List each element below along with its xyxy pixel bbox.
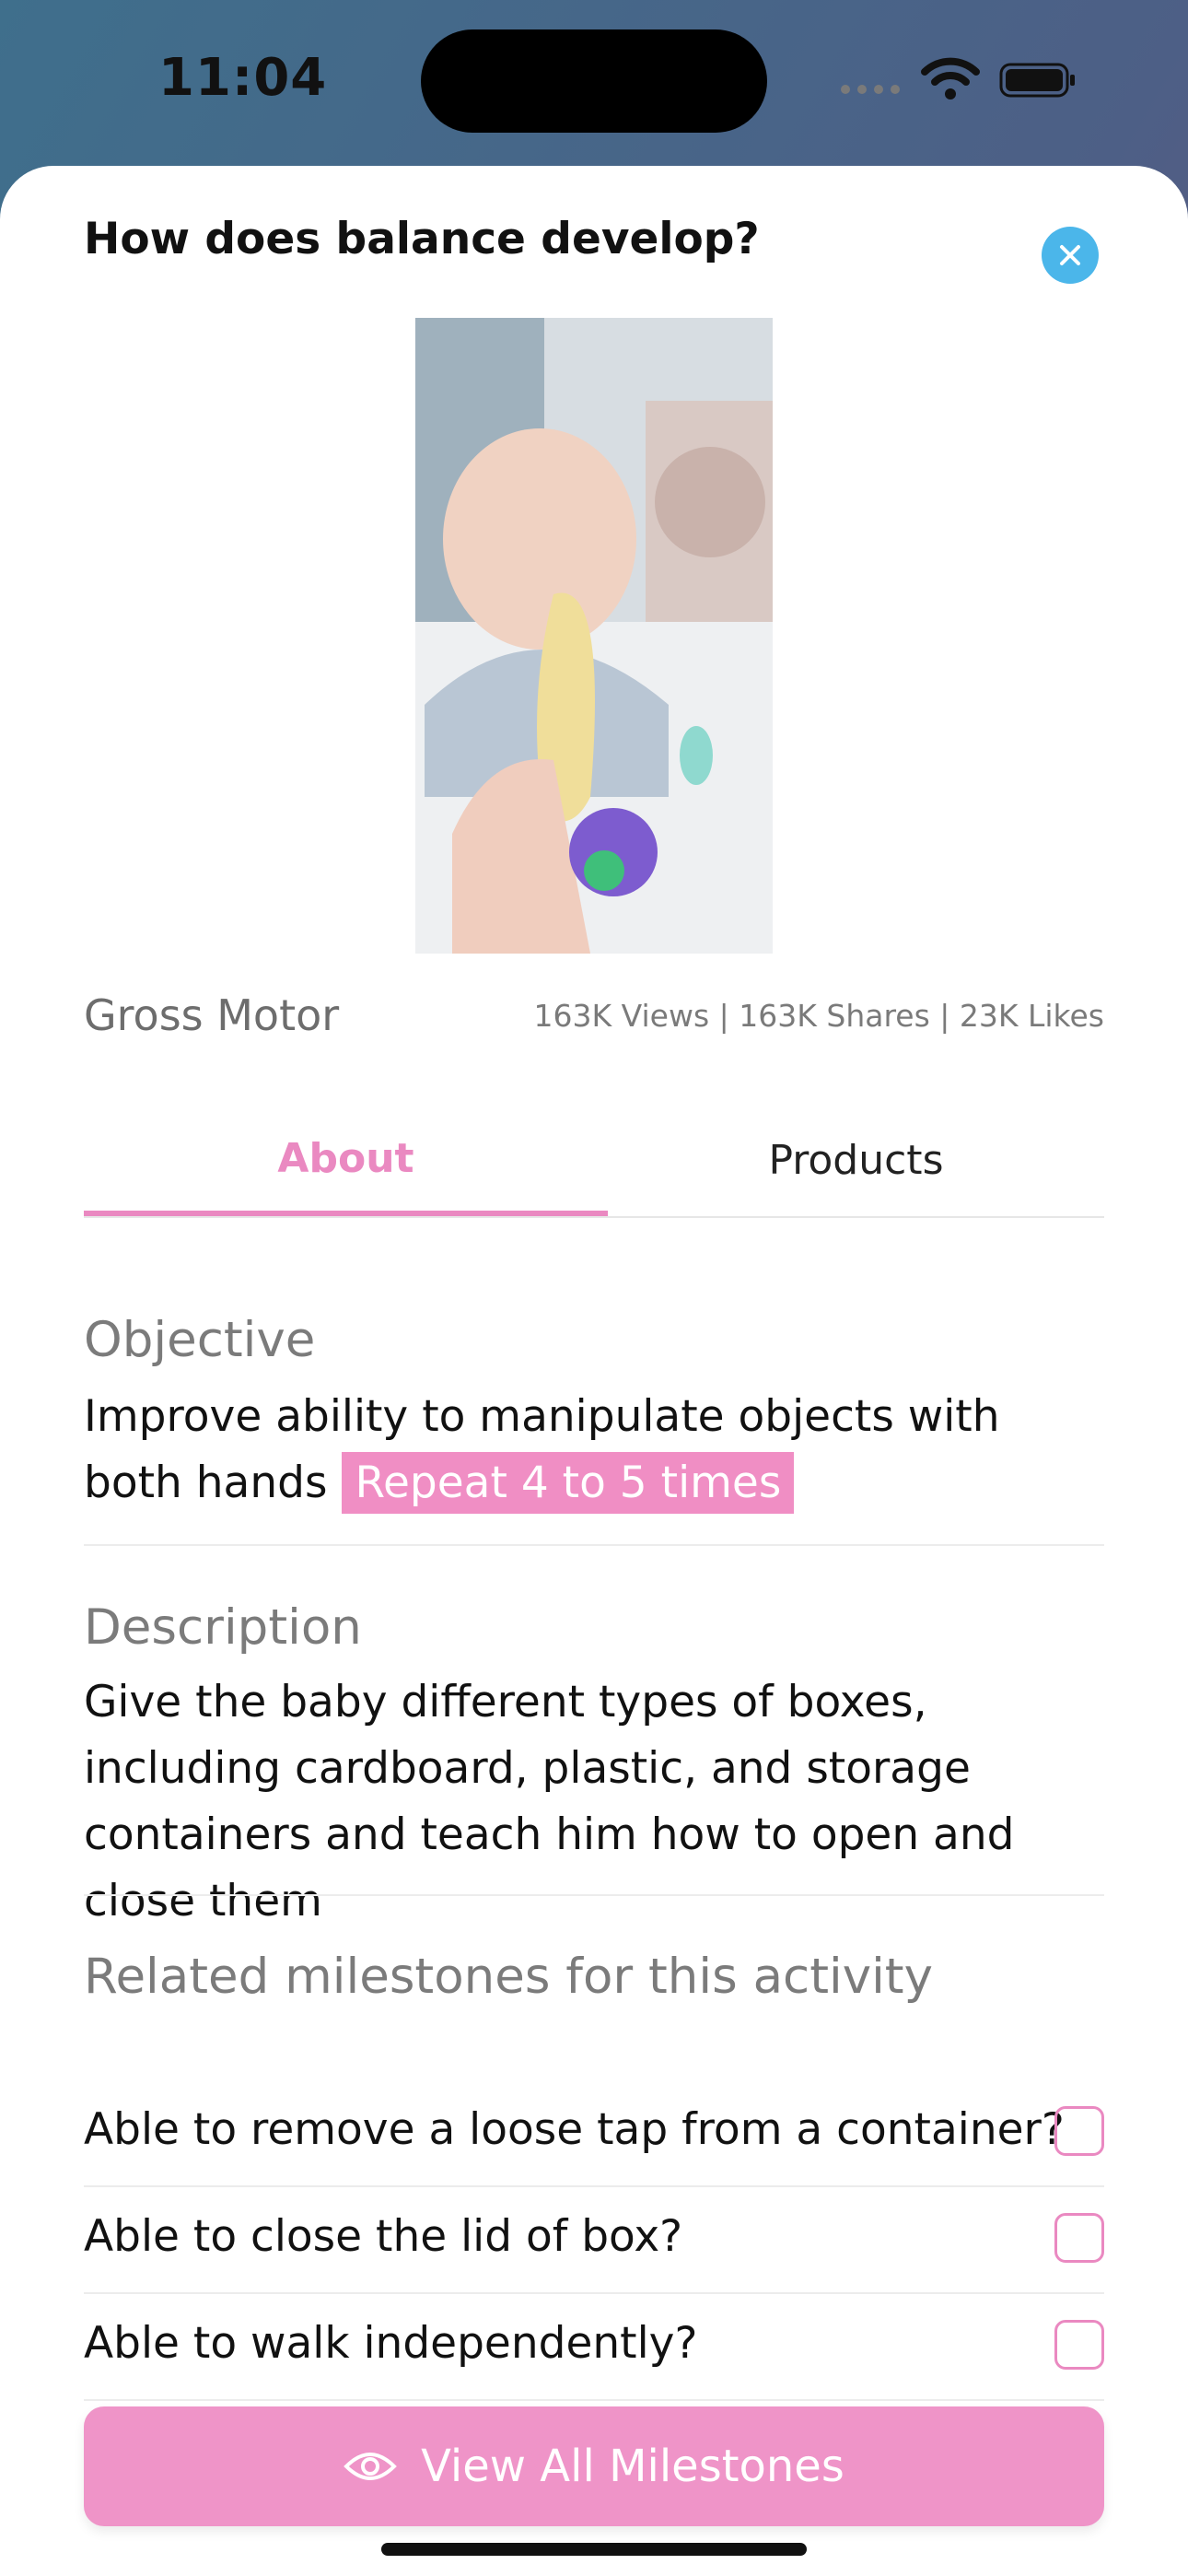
activity-video[interactable] — [415, 318, 773, 954]
milestones-heading: Related milestones for this activity — [84, 1949, 933, 2005]
milestone-label: Able to close the lid of box? — [84, 2211, 683, 2262]
repeat-badge: Repeat 4 to 5 times — [342, 1452, 795, 1514]
milestone-checkbox[interactable] — [1054, 2106, 1104, 2156]
objective-heading: Objective — [84, 1312, 316, 1368]
tab-bar: About Products — [84, 1106, 1104, 1218]
activity-stats: 163K Views | 163K Shares | 23K Likes — [533, 998, 1104, 1034]
objective-text-block: Improve ability to manipulate objects wi… — [84, 1384, 1106, 1516]
milestone-item[interactable]: Able to remove a loose tap from a contai… — [84, 2078, 1104, 2187]
description-heading: Description — [84, 1599, 362, 1656]
milestone-item[interactable]: Able to close the lid of box? — [84, 2185, 1104, 2294]
dynamic-island — [421, 29, 767, 133]
cellular-signal-icon — [841, 85, 900, 94]
view-all-milestones-button[interactable]: View All Milestones — [84, 2406, 1104, 2526]
milestone-checkbox[interactable] — [1054, 2320, 1104, 2370]
milestone-label: Able to remove a loose tap from a contai… — [84, 2104, 1065, 2155]
milestone-checkbox[interactable] — [1054, 2213, 1104, 2263]
close-icon — [1060, 245, 1080, 265]
milestone-label: Able to walk independently? — [84, 2318, 698, 2369]
tab-about[interactable]: About — [84, 1106, 608, 1216]
status-time: 11:04 — [158, 48, 328, 108]
eye-icon — [344, 2453, 397, 2480]
milestone-item[interactable]: Able to walk independently? — [84, 2292, 1104, 2401]
home-indicator[interactable] — [381, 2543, 807, 2556]
divider — [84, 1544, 1104, 1546]
close-button[interactable] — [1042, 227, 1099, 284]
tab-products[interactable]: Products — [608, 1106, 1104, 1214]
wifi-icon — [921, 57, 980, 100]
view-all-milestones-label: View All Milestones — [421, 2441, 844, 2492]
activity-video-thumbnail — [415, 318, 773, 954]
status-bar: 11:04 — [0, 0, 1188, 166]
activity-category: Gross Motor — [84, 990, 340, 1040]
battery-icon — [999, 63, 1075, 98]
sheet-title: How does balance develop? — [84, 214, 760, 264]
divider — [84, 1894, 1104, 1896]
